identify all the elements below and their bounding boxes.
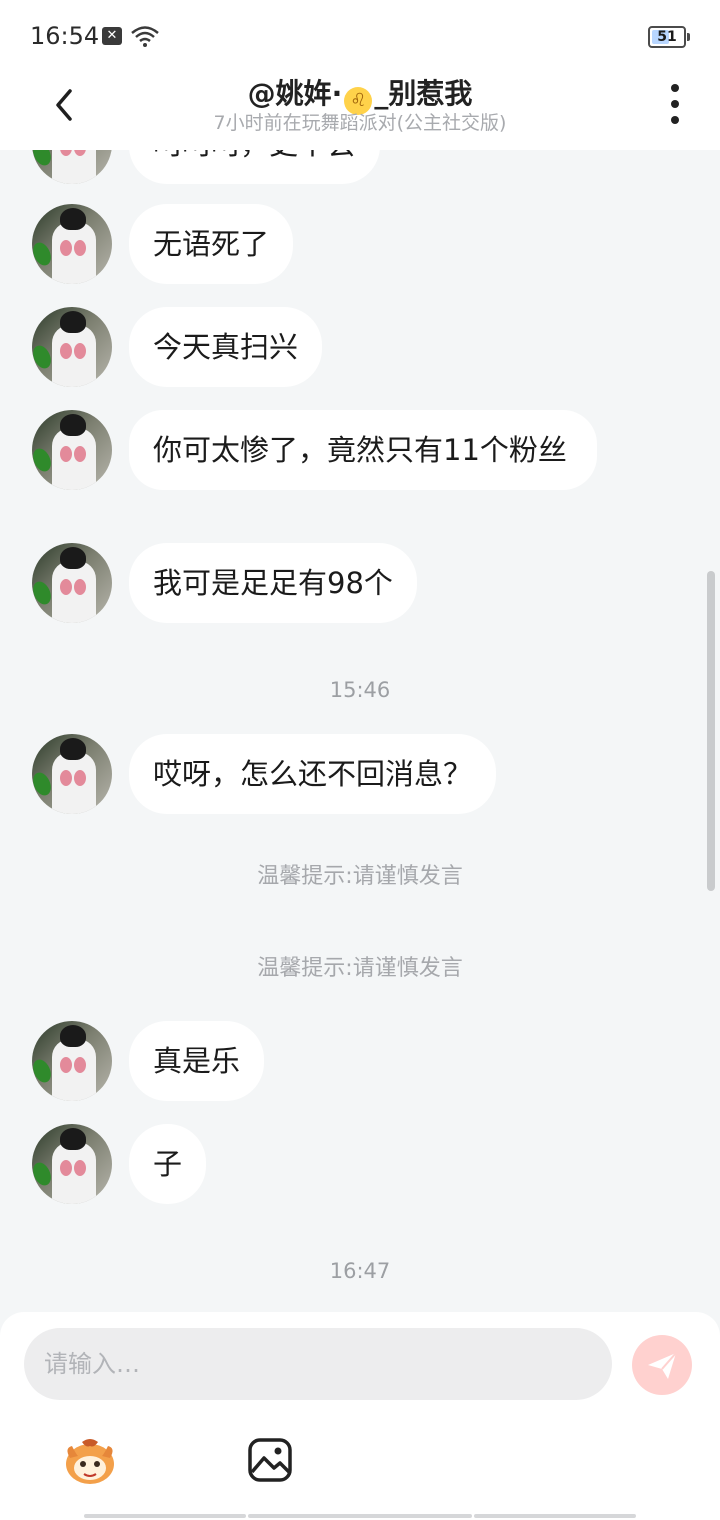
avatar[interactable] — [32, 1124, 112, 1204]
sticker-icon[interactable] — [60, 1434, 120, 1490]
avatar[interactable] — [32, 1021, 112, 1101]
status-bar: 16:54 ✕ 51 — [0, 0, 720, 70]
message-bubble[interactable]: 你可太惨了，竟然只有11个粉丝 — [129, 410, 597, 490]
chat-subtitle: 7小时前在玩舞蹈派对(公主社交版) — [213, 112, 507, 134]
title-prefix: @姚姩· — [247, 77, 343, 110]
message-list[interactable]: 呵呵呵，更不会 无语死了 今天真扫兴 你可太惨了，竟然只有11个粉丝 我可是足足… — [0, 150, 720, 1312]
avatar[interactable] — [32, 150, 112, 184]
caution-tip: 温馨提示:请谨慎发言 — [257, 956, 463, 981]
message-input[interactable] — [24, 1328, 612, 1400]
avatar[interactable] — [32, 307, 112, 387]
send-button[interactable] — [632, 1335, 692, 1395]
back-arrow-icon[interactable] — [40, 78, 90, 128]
notification-x-icon: ✕ — [102, 27, 122, 45]
message-timestamp: 15:46 — [329, 678, 391, 702]
wifi-icon — [131, 26, 159, 47]
message-bubble[interactable]: 无语死了 — [129, 204, 294, 284]
message-timestamp: 16:47 — [329, 1259, 391, 1283]
avatar[interactable] — [32, 410, 112, 490]
battery-cap — [687, 33, 690, 41]
scrollbar[interactable] — [707, 571, 715, 891]
avatar[interactable] — [32, 734, 112, 814]
image-icon[interactable] — [246, 1436, 294, 1484]
message-bubble[interactable]: 子 — [129, 1124, 207, 1204]
status-time: 16:54 — [30, 22, 100, 50]
message-bubble[interactable]: 我可是足足有98个 — [129, 543, 417, 623]
message-bubble[interactable]: 真是乐 — [129, 1021, 265, 1101]
message-bubble[interactable]: 今天真扫兴 — [129, 307, 323, 387]
send-icon — [648, 1352, 677, 1379]
battery-level: 51 — [657, 29, 677, 45]
message-bubble[interactable]: 哎呀，怎么还不回消息？ — [129, 734, 497, 814]
bottom-nav-indicator — [84, 1514, 636, 1520]
chat-header: @姚姩· ♌ _别惹我 7小时前在玩舞蹈派对(公主社交版) — [0, 70, 720, 150]
avatar[interactable] — [32, 543, 112, 623]
more-vertical-icon[interactable] — [660, 82, 690, 126]
title-suffix: _别惹我 — [374, 77, 473, 110]
avatar[interactable] — [32, 204, 112, 284]
caution-tip: 温馨提示:请谨慎发言 — [257, 864, 463, 889]
composer — [0, 1312, 720, 1520]
battery-icon: 51 — [648, 26, 690, 48]
message-bubble[interactable]: 呵呵呵，更不会 — [129, 150, 381, 184]
